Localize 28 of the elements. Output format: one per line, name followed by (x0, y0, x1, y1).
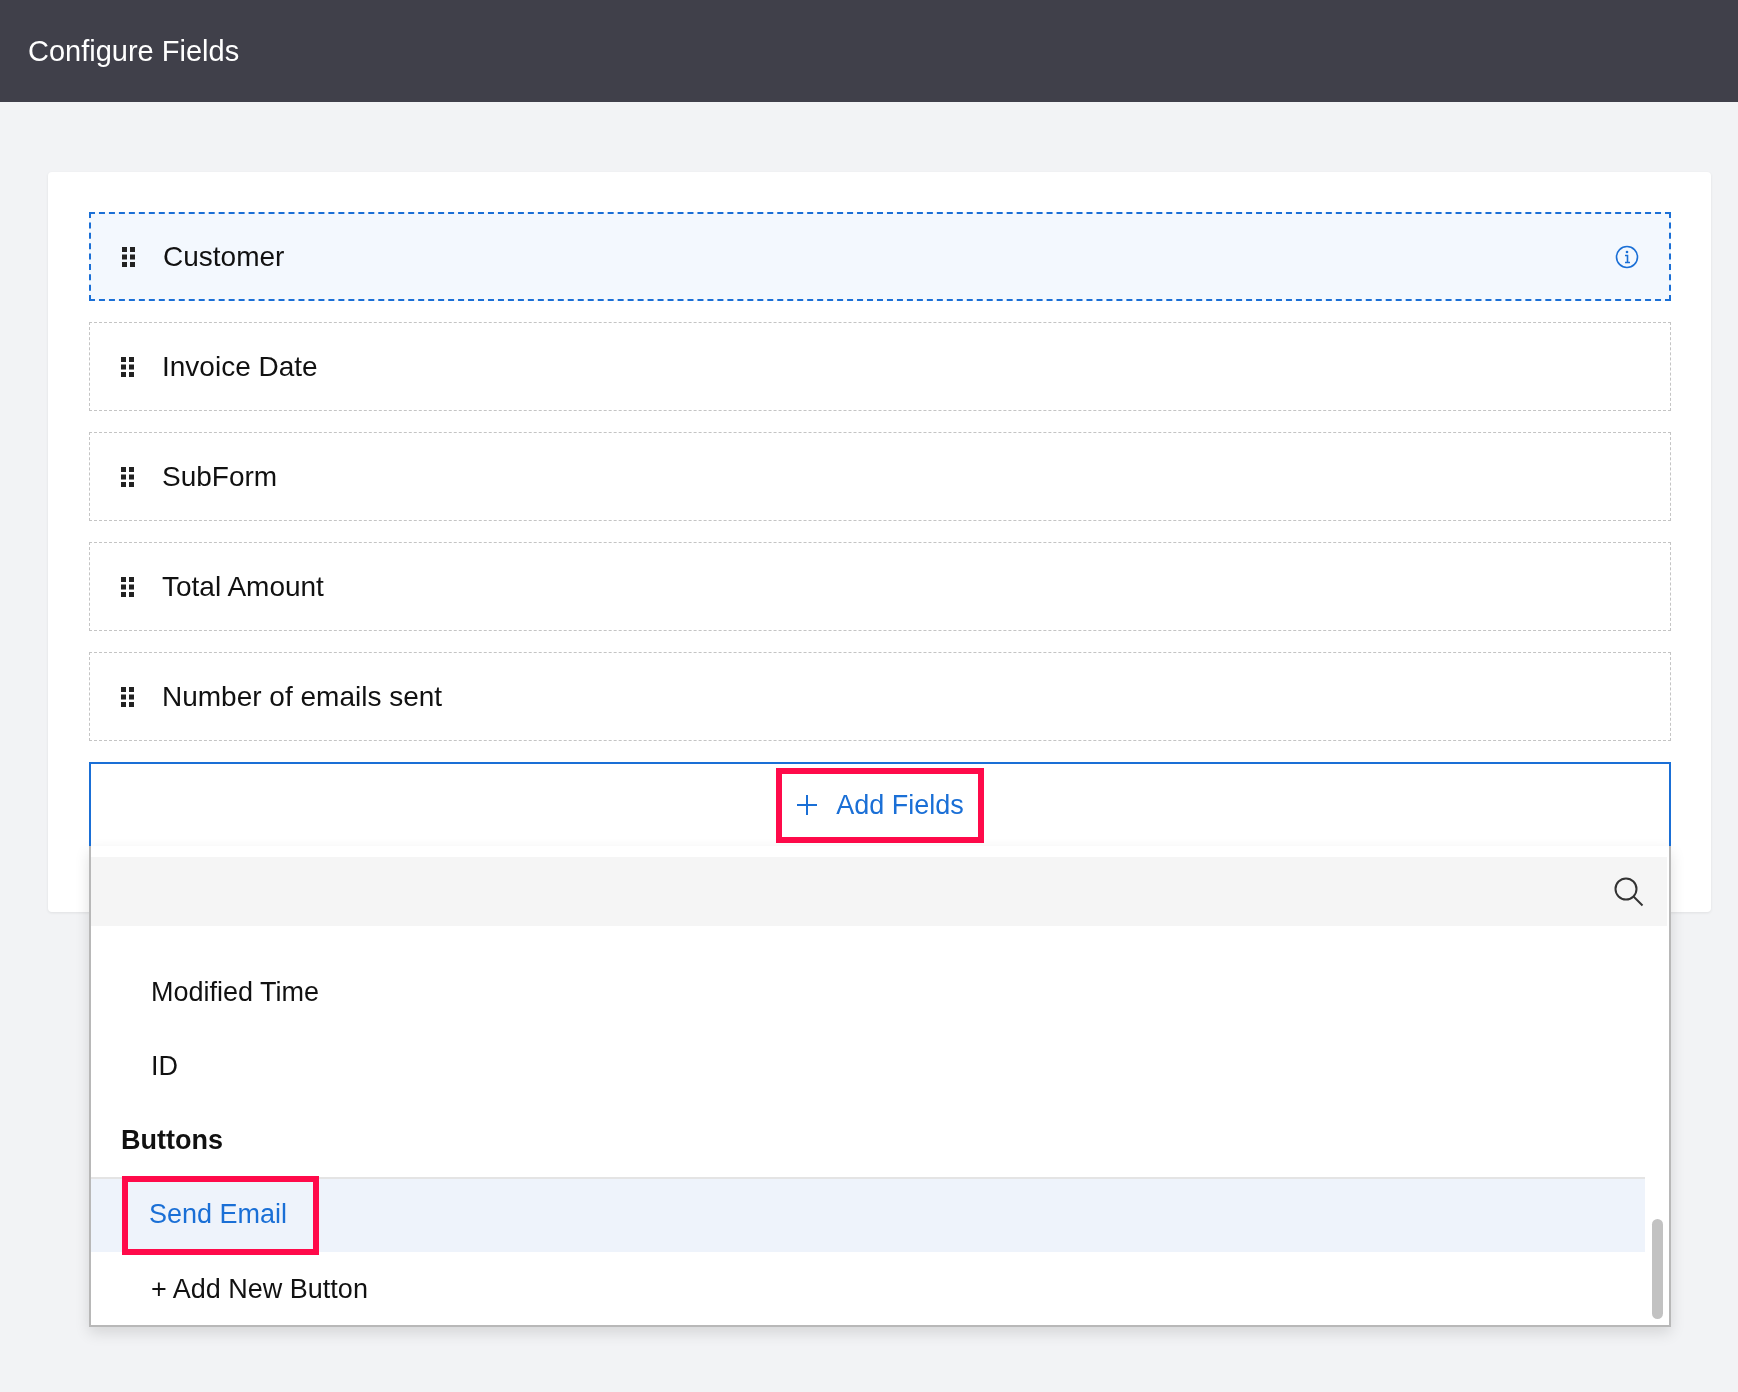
field-label: Total Amount (162, 570, 325, 603)
field-row[interactable]: Invoice Date (89, 322, 1671, 411)
dropdown-item[interactable]: Modified Time (91, 955, 320, 1029)
dropdown-item[interactable]: ID (91, 1029, 178, 1103)
search-icon[interactable] (1613, 875, 1645, 908)
drag-handle-icon[interactable] (121, 356, 135, 377)
field-row[interactable]: Customer (89, 212, 1671, 301)
field-label: Number of emails sent (162, 680, 444, 713)
page-title: Configure Fields (28, 34, 240, 68)
plus-icon (796, 794, 819, 816)
drag-handle-icon[interactable] (121, 576, 135, 597)
field-label: Customer (163, 240, 286, 273)
scrollbar-thumb[interactable] (1652, 1219, 1663, 1319)
field-label: SubForm (162, 460, 279, 493)
field-label: Invoice Date (162, 350, 319, 383)
add-new-button-link[interactable]: + Add New Button (91, 1252, 368, 1326)
field-row[interactable]: Total Amount (89, 542, 1671, 631)
field-row[interactable]: Number of emails sent (89, 652, 1671, 741)
add-fields-button[interactable]: Add Fields (782, 773, 978, 837)
section-heading: Buttons (120, 1123, 223, 1157)
drag-handle-icon[interactable] (121, 466, 135, 487)
button-item-row[interactable]: Send Email (91, 1177, 1645, 1252)
drag-handle-icon[interactable] (122, 246, 136, 267)
field-row[interactable]: SubForm (89, 432, 1671, 521)
info-icon[interactable] (1615, 244, 1639, 269)
button-item-label: Send Email (149, 1199, 288, 1229)
search-field[interactable] (91, 857, 1667, 926)
drag-handle-icon[interactable] (121, 686, 135, 707)
